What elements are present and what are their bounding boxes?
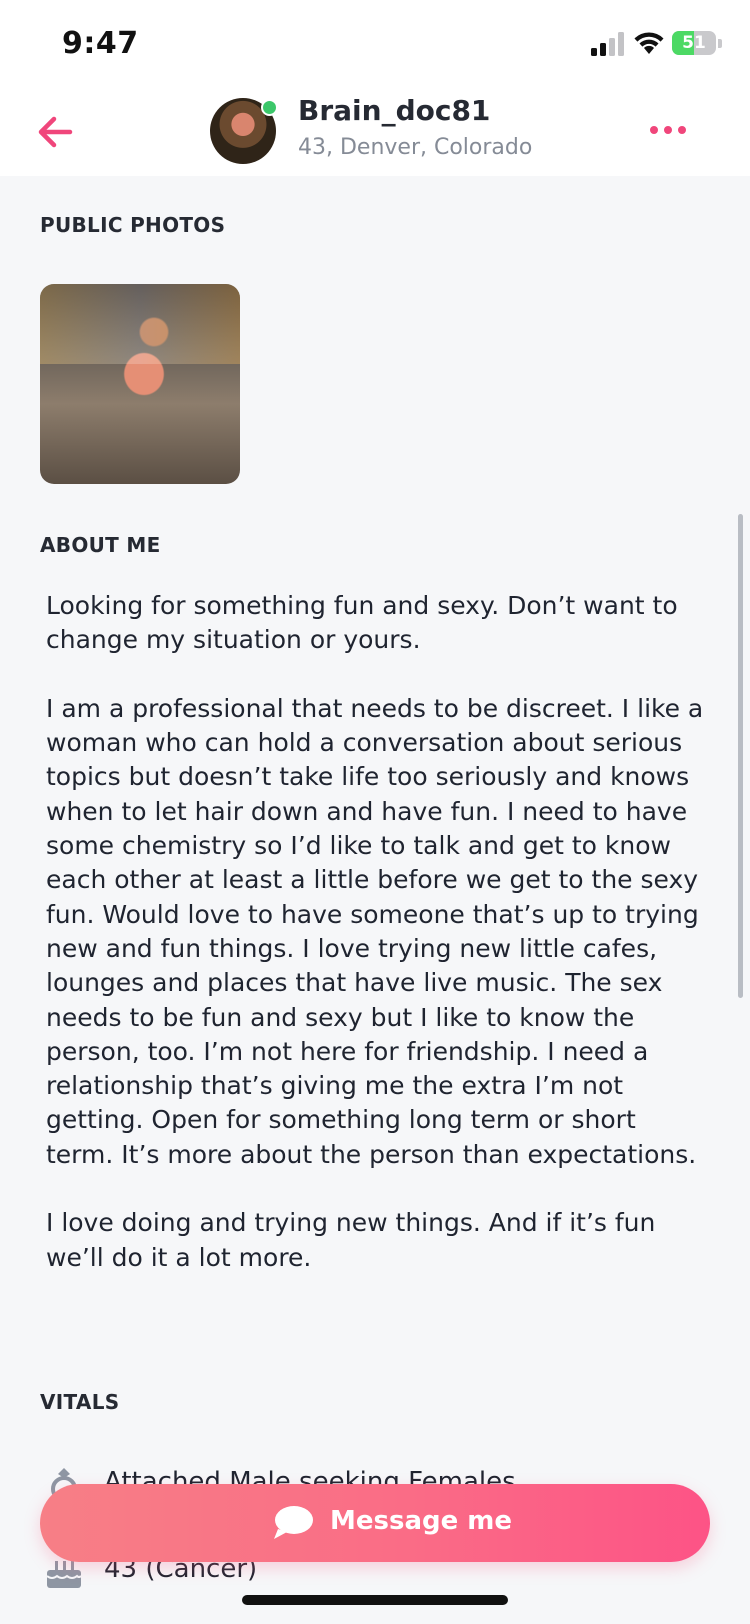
cellular-signal-icon [591, 32, 624, 56]
username: Brain_doc81 [298, 94, 491, 127]
scrollbar-thumb[interactable] [738, 514, 743, 998]
chat-bubble-icon [274, 1506, 313, 1539]
user-location: 43, Denver, Colorado [298, 135, 533, 160]
about-me-title: ABOUT ME [40, 533, 161, 557]
status-bar: 9:47 51 [0, 0, 750, 90]
status-time: 9:47 [62, 26, 139, 61]
arrow-left-icon[interactable] [34, 110, 78, 154]
home-indicator[interactable] [242, 1595, 508, 1605]
online-status-dot [261, 99, 278, 116]
message-me-button[interactable]: Message me [40, 1484, 710, 1562]
wifi-icon [634, 32, 664, 54]
about-me-text: Looking for something fun and sexy. Don’… [46, 591, 704, 1272]
battery-level: 51 [682, 33, 706, 53]
public-photos-title: PUBLIC PHOTOS [40, 213, 226, 237]
profile-header: Brain_doc81 43, Denver, Colorado [0, 90, 750, 176]
vitals-title: VITALS [40, 1390, 120, 1414]
more-dots-icon[interactable] [648, 116, 688, 146]
battery-icon: 51 [672, 31, 722, 57]
message-me-label: Message me [330, 1506, 513, 1536]
public-photo[interactable] [40, 284, 240, 484]
